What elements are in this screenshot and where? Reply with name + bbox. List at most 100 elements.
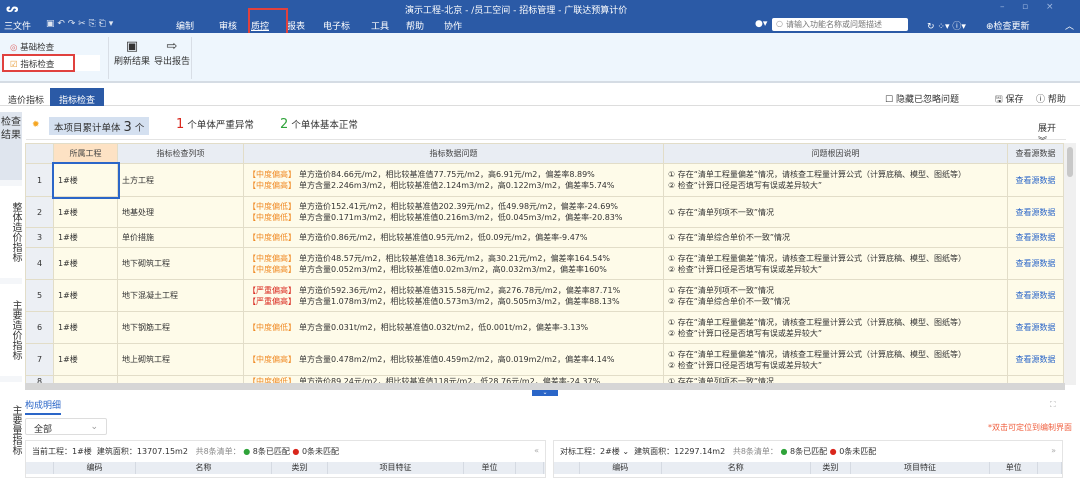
table-row[interactable]: 6 1#楼 地下钢筋工程 【中度偏低】 单方含量0.031t/m2，相比较基准值0.03… — [25, 311, 1064, 344]
issue-cell[interactable]: 【中度偏低】 单方造价0.86元/m2，相比较基准值0.95元/m2，低0.09元… — [243, 227, 664, 248]
save-button[interactable]: 🖫 保存 — [995, 92, 1024, 108]
cause-cell[interactable]: ① 存在“清单列项不一致”情况 — [663, 196, 1008, 228]
maximize-button[interactable]: ▫ — [1022, 2, 1028, 12]
benchmark-project-select[interactable]: 对标工程：2#楼 ⌄ — [560, 447, 629, 456]
row-number[interactable]: 5 — [25, 279, 54, 312]
cause-cell[interactable]: ① 存在“清单列项不一致”情况 ② 存在“清单综合单价不一致”情况 — [663, 279, 1008, 312]
column-header[interactable]: 类别 — [272, 462, 328, 474]
filter-select[interactable]: 全部 ⌄ — [25, 418, 107, 435]
column-header[interactable] — [25, 143, 54, 164]
project-cell[interactable]: 1#楼 — [51, 161, 120, 199]
issue-cell[interactable]: 【中度偏高】 单方造价48.57元/m2，相比较基准值18.36元/m2，高30.… — [243, 247, 664, 280]
column-header[interactable]: 项目特征 — [328, 462, 464, 474]
collapse-ribbon-icon[interactable]: ︿ — [1065, 19, 1074, 32]
column-header[interactable] — [26, 462, 54, 474]
toolbar-icons[interactable]: ↻ ⁘▾ ⓘ▾ — [927, 19, 966, 32]
view-source-link[interactable]: 查看源数据 — [1007, 279, 1064, 312]
column-header[interactable]: 名称 — [136, 462, 272, 474]
check-item-cell[interactable]: 地下混凝土工程 — [117, 279, 244, 312]
check-item-cell[interactable]: 地上砌筑工程 — [117, 343, 244, 376]
view-source-link[interactable]: 查看源数据 — [1007, 247, 1064, 280]
row-number[interactable]: 2 — [25, 196, 54, 228]
tab-造价指标[interactable]: 造价指标 — [8, 93, 44, 106]
close-button[interactable]: × — [1046, 2, 1054, 12]
column-header[interactable]: 编码 — [580, 462, 662, 474]
column-header[interactable] — [1038, 462, 1062, 474]
view-source-link[interactable]: 查看源数据 — [1007, 311, 1064, 344]
column-header[interactable]: 类别 — [811, 462, 851, 474]
side-tab-check-result[interactable]: 检查结果 — [0, 112, 22, 180]
table-row[interactable]: 1 1#楼 土方工程 【中度偏高】 单方造价84.66元/m2，相比较基准值77.75元… — [25, 161, 1064, 199]
help-bulb-icon[interactable]: ●▾ — [755, 19, 767, 29]
issue-cell[interactable]: 【中度偏高】 单方造价84.66元/m2，相比较基准值77.75元/m2，高6.9… — [243, 163, 664, 197]
project-cell[interactable]: 1#楼 — [53, 247, 118, 280]
hide-ignored-checkbox[interactable]: ☐ 隐藏已忽略问题 — [885, 92, 959, 105]
column-header[interactable]: 指标数据问题 — [243, 143, 664, 164]
splitter-toggle[interactable]: ⌄ — [532, 390, 558, 396]
quick-access-toolbar[interactable]: ▣ ↶ ↷ ✂ ⎘ ⎗ ▾ — [46, 19, 113, 29]
vertical-scrollbar[interactable] — [1064, 143, 1076, 385]
side-tab-main-cost[interactable]: 主要造价指标 — [0, 284, 22, 376]
scrollbar-thumb[interactable] — [1067, 147, 1073, 177]
row-number[interactable]: 4 — [25, 247, 54, 280]
side-tab-overall-cost[interactable]: 整体造价指标 — [0, 186, 22, 278]
file-menu[interactable]: 三文件 — [4, 19, 31, 32]
check-update-button[interactable]: ⊕检查更新 — [986, 19, 1030, 32]
issue-cell[interactable]: 【中度偏高】 单方含量0.478m2/m2，相比较基准值0.459m2/m2，高0… — [243, 343, 664, 376]
view-source-link[interactable]: 查看源数据 — [1007, 163, 1064, 197]
column-header[interactable] — [554, 462, 580, 474]
issue-cell[interactable]: 【中度偏低】 单方造价152.41元/m2，相比较基准值202.39元/m2，低4… — [243, 196, 664, 228]
column-header[interactable]: 单位 — [464, 462, 516, 474]
basic-check-button[interactable]: ◎ 基础检查 — [10, 41, 54, 53]
help-button[interactable]: ⓘ 帮助 — [1036, 92, 1066, 105]
menu-工具[interactable]: 工具 — [371, 19, 389, 32]
issue-cell[interactable]: 【严重偏高】 单方造价592.36元/m2，相比较基准值315.58元/m2，高2… — [243, 279, 664, 312]
table-row[interactable]: 7 1#楼 地上砌筑工程 【中度偏高】 单方含量0.478m2/m2，相比较基准值0.4… — [25, 343, 1064, 376]
view-source-link[interactable]: 查看源数据 — [1007, 343, 1064, 376]
check-item-cell[interactable]: 地下砌筑工程 — [117, 247, 244, 280]
table-row[interactable]: 3 1#楼 单价措施 【中度偏低】 单方造价0.86元/m2，相比较基准值0.95元/m… — [25, 227, 1064, 248]
table-row[interactable]: 2 1#楼 地基处理 【中度偏低】 单方造价152.41元/m2，相比较基准值202.3… — [25, 196, 1064, 228]
row-number[interactable]: 1 — [25, 163, 54, 197]
check-item-cell[interactable]: 地下钢筋工程 — [117, 311, 244, 344]
check-item-cell[interactable]: 单价措施 — [117, 227, 244, 248]
cause-cell[interactable]: ① 存在“清单工程量偏差”情况，请核查工程量计算公式（计算底稿、模型、图纸等） ②… — [663, 343, 1008, 376]
view-source-link[interactable]: 查看源数据 — [1007, 196, 1064, 228]
cause-cell[interactable]: ① 存在“清单综合单价不一致”情况 — [663, 227, 1008, 248]
project-cell[interactable]: 1#楼 — [53, 343, 118, 376]
column-header[interactable]: 查看源数据 — [1007, 143, 1064, 164]
menu-编制[interactable]: 编制 — [176, 19, 194, 32]
column-header[interactable]: 问题根因说明 — [663, 143, 1008, 164]
cause-cell[interactable]: ① 存在“清单工程量偏差”情况，请核查工程量计算公式（计算底稿、模型、图纸等） ②… — [663, 311, 1008, 344]
tab-指标检查[interactable]: 指标检查 — [50, 88, 105, 106]
project-cell[interactable]: 1#楼 — [53, 227, 118, 248]
row-number[interactable]: 7 — [25, 343, 54, 376]
menu-电子标[interactable]: 电子标 — [323, 19, 350, 32]
search-input[interactable] — [772, 18, 908, 31]
menu-审核[interactable]: 审核 — [219, 19, 237, 32]
menu-报表[interactable]: 报表 — [287, 19, 305, 32]
column-header[interactable]: 项目特征 — [851, 462, 991, 474]
menu-帮助[interactable]: 帮助 — [406, 19, 424, 32]
project-cell[interactable]: 1#楼 — [53, 196, 118, 228]
export-report-button[interactable]: ⇨ 导出报告 — [153, 39, 191, 67]
view-source-link[interactable]: 查看源数据 — [1007, 227, 1064, 248]
fullscreen-icon[interactable]: ⛶ — [1050, 400, 1056, 410]
project-cell[interactable]: 1#楼 — [53, 311, 118, 344]
cause-cell[interactable]: ① 存在“清单工程量偏差”情况，请核查工程量计算公式（计算底稿、模型、图纸等） ②… — [663, 163, 1008, 197]
column-header[interactable] — [516, 462, 544, 474]
side-tab-main-quantity[interactable]: 主要量指标 — [0, 382, 22, 478]
column-header[interactable]: 单位 — [990, 462, 1039, 474]
current-project[interactable]: 当前工程：1#楼 — [32, 447, 92, 456]
check-item-cell[interactable]: 土方工程 — [117, 163, 244, 197]
check-item-cell[interactable]: 地基处理 — [117, 196, 244, 228]
column-header[interactable]: 指标检查列项 — [117, 143, 244, 164]
column-header[interactable]: 编码 — [54, 462, 136, 474]
collapse-left-icon[interactable]: « — [534, 446, 539, 455]
table-row[interactable]: 4 1#楼 地下砌筑工程 【中度偏高】 单方造价48.57元/m2，相比较基准值18.3… — [25, 247, 1064, 280]
collapse-right-icon[interactable]: » — [1051, 446, 1056, 455]
row-number[interactable]: 6 — [25, 311, 54, 344]
table-row[interactable]: 5 1#楼 地下混凝土工程 【严重偏高】 单方造价592.36元/m2，相比较基准值31… — [25, 279, 1064, 312]
column-header[interactable]: 名称 — [662, 462, 811, 474]
project-cell[interactable]: 1#楼 — [53, 279, 118, 312]
